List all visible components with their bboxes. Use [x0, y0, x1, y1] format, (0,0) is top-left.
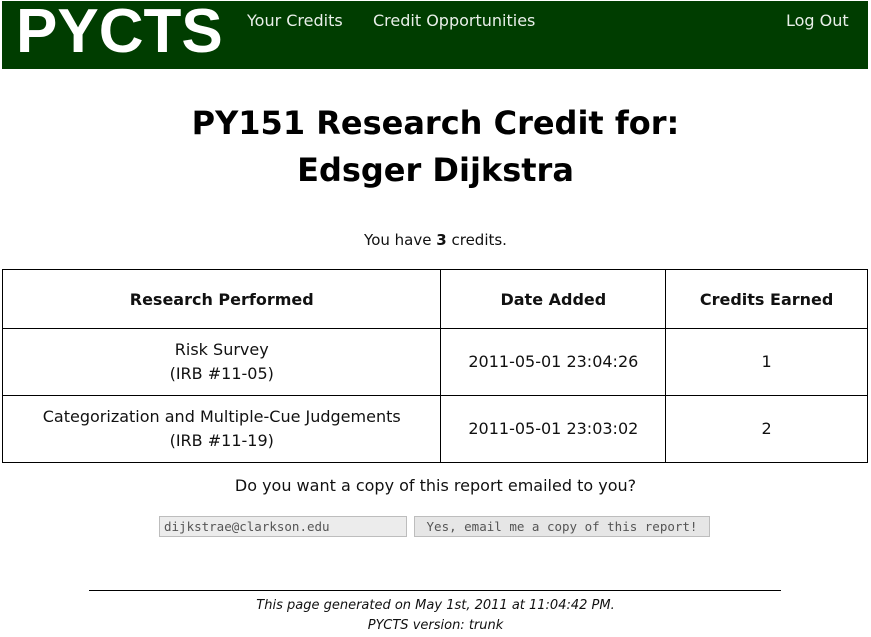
version-info: PYCTS version: trunk [367, 618, 504, 633]
column-header-date: Date Added [440, 269, 667, 329]
research-name: Categorization and Multiple-Cue Judgemen… [42, 407, 401, 426]
credit-summary: You have 3 credits. [0, 231, 871, 249]
nav-credit-opportunities[interactable]: Credit Opportunities [373, 11, 535, 30]
column-header-credits: Credits Earned [665, 269, 868, 329]
date-cell: 2011-05-01 23:03:02 [440, 395, 667, 463]
date-cell: 2011-05-01 23:04:26 [440, 328, 667, 396]
nav-log-out[interactable]: Log Out [786, 11, 849, 30]
irb-number: (IRB #11-05) [169, 364, 274, 383]
generated-timestamp: This page generated on May 1st, 2011 at … [256, 598, 615, 613]
table-row: Risk Survey (IRB #11-05) 2011-05-01 23:0… [1, 328, 868, 396]
credits-cell: 1 [665, 328, 868, 396]
table-row: Categorization and Multiple-Cue Judgemen… [1, 395, 868, 463]
research-cell: Categorization and Multiple-Cue Judgemen… [1, 395, 442, 463]
credits-table: Research Performed Date Added Credits Ea… [1, 269, 868, 463]
research-name: Risk Survey [174, 340, 269, 359]
logo: PYCTS [16, 0, 223, 66]
email-question: Do you want a copy of this report emaile… [234, 476, 637, 495]
student-name: Edsger Dijkstra [297, 151, 574, 189]
credit-count: 3 [436, 231, 447, 249]
table-header-row: Research Performed Date Added Credits Ea… [1, 269, 868, 329]
research-cell: Risk Survey (IRB #11-05) [1, 328, 442, 396]
summary-suffix: credits. [451, 231, 507, 249]
footer-divider [89, 590, 781, 591]
credits-cell: 2 [665, 395, 868, 463]
email-report-button[interactable]: Yes, email me a copy of this report! [414, 516, 710, 537]
irb-number: (IRB #11-19) [169, 431, 274, 450]
page-title: PY151 Research Credit for: [191, 104, 680, 142]
column-header-research: Research Performed [1, 269, 442, 329]
summary-prefix: You have [364, 231, 432, 249]
header-bar: PYCTS Your Credits Credit Opportunities … [2, 0, 868, 69]
email-input[interactable] [159, 516, 407, 537]
nav-your-credits[interactable]: Your Credits [247, 11, 343, 30]
